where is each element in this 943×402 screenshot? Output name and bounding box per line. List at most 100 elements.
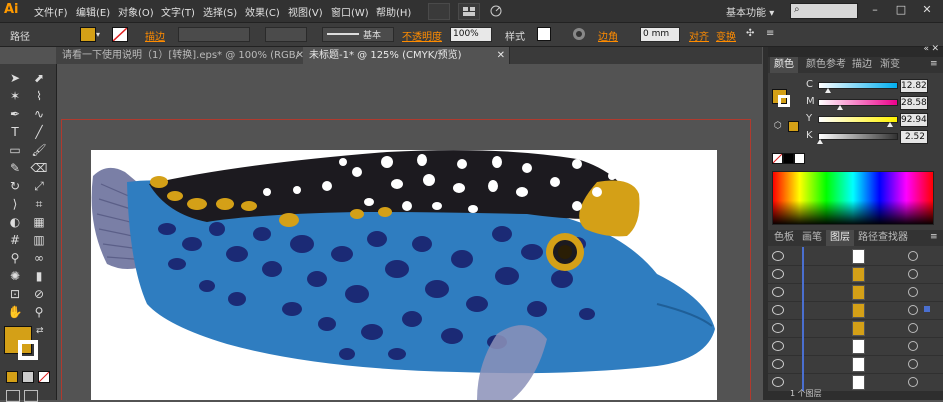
- layer-row[interactable]: [768, 337, 943, 356]
- layer-row[interactable]: [768, 355, 943, 374]
- eye-icon[interactable]: [772, 341, 784, 351]
- mesh-tool-icon[interactable]: #: [6, 232, 24, 248]
- blend-tool-icon[interactable]: ∞: [30, 250, 48, 266]
- eye-icon[interactable]: [772, 251, 784, 261]
- close-icon[interactable]: ✕: [931, 44, 939, 54]
- canvas-area[interactable]: [57, 64, 763, 400]
- maximize-button[interactable]: □: [892, 3, 910, 17]
- tab-swatches[interactable]: 色板: [770, 230, 798, 246]
- target-icon[interactable]: [908, 305, 918, 315]
- tab-pathfinder[interactable]: 路径查找器: [854, 230, 912, 246]
- cmyk-value-y[interactable]: 92.94: [900, 113, 928, 127]
- close-button[interactable]: ✕: [918, 3, 936, 17]
- hand-tool-icon[interactable]: ✋: [6, 304, 24, 320]
- column-graph-tool-icon[interactable]: ▮: [30, 268, 48, 284]
- lasso-tool-icon[interactable]: ⌇: [30, 88, 48, 104]
- tab-document-2[interactable]: 未标题-1* @ 125% (CMYK/预览) ✕: [303, 47, 510, 64]
- cmyk-slider-y[interactable]: [818, 116, 898, 123]
- free-transform-tool-icon[interactable]: ⌗: [30, 196, 48, 212]
- selection-tool-icon[interactable]: ➤: [6, 70, 24, 86]
- stroke-color-swatch[interactable]: [18, 340, 38, 360]
- close-icon[interactable]: ✕: [497, 47, 505, 64]
- rotate-tool-icon[interactable]: ↻: [6, 178, 24, 194]
- eye-icon[interactable]: [772, 287, 784, 297]
- cmyk-slider-m[interactable]: [818, 99, 898, 106]
- scale-tool-icon[interactable]: ⤢: [30, 178, 48, 194]
- menu-edit[interactable]: 编辑(E): [76, 4, 110, 19]
- eye-icon[interactable]: [772, 323, 784, 333]
- menu-file[interactable]: 文件(F): [34, 4, 68, 19]
- none-mode-icon[interactable]: [38, 371, 50, 383]
- pencil-tool-icon[interactable]: ✎: [6, 160, 24, 176]
- slider-thumb[interactable]: [887, 122, 894, 127]
- eye-icon[interactable]: [772, 269, 784, 279]
- cmyk-value-k[interactable]: 2.52: [900, 130, 928, 144]
- recolor-artwork-icon[interactable]: [572, 27, 586, 41]
- gradient-mode-icon[interactable]: [22, 371, 34, 383]
- tab-brushes[interactable]: 画笔: [798, 230, 826, 246]
- menu-help[interactable]: 帮助(H): [376, 4, 411, 19]
- target-icon[interactable]: [908, 269, 918, 279]
- workspace-switcher[interactable]: 基本功能 ▾: [726, 4, 774, 19]
- isolate-icon[interactable]: ✣: [746, 28, 754, 39]
- black-swatch[interactable]: [783, 153, 794, 164]
- eye-icon[interactable]: [772, 305, 784, 315]
- panel-menu-icon[interactable]: ≡: [930, 232, 938, 242]
- target-icon[interactable]: [908, 377, 918, 387]
- minimize-button[interactable]: –: [866, 3, 884, 17]
- curvature-tool-icon[interactable]: ∿: [30, 106, 48, 122]
- panel-menu-icon[interactable]: ≡: [766, 28, 774, 39]
- slider-thumb[interactable]: [816, 139, 823, 144]
- cmyk-value-m[interactable]: 28.58: [900, 96, 928, 110]
- fill-swatch[interactable]: [80, 27, 96, 42]
- magic-wand-tool-icon[interactable]: ✶: [6, 88, 24, 104]
- layer-row[interactable]: [768, 283, 943, 302]
- target-icon[interactable]: [908, 341, 918, 351]
- eye-icon[interactable]: [772, 377, 784, 387]
- stroke-swatch[interactable]: [112, 27, 128, 42]
- symbol-sprayer-tool-icon[interactable]: ✺: [6, 268, 24, 284]
- slider-thumb[interactable]: [837, 105, 844, 110]
- artboard-tool-icon[interactable]: ⊡: [6, 286, 24, 302]
- cmyk-slider-k[interactable]: [818, 133, 898, 140]
- width-tool-icon[interactable]: ⟩: [6, 196, 24, 212]
- layer-row[interactable]: [768, 247, 943, 266]
- tab-gradient[interactable]: 渐变: [876, 57, 904, 73]
- panel-menu-icon[interactable]: ≡: [930, 59, 938, 69]
- corner-radius-input[interactable]: 0 mm: [640, 27, 680, 42]
- type-tool-icon[interactable]: T: [6, 124, 24, 140]
- slice-tool-icon[interactable]: ⊘: [30, 286, 48, 302]
- transform-label[interactable]: 变换: [716, 28, 736, 43]
- tab-layers[interactable]: 图层: [826, 230, 854, 246]
- eyedropper-tool-icon[interactable]: ⚲: [6, 250, 24, 266]
- selection-indicator[interactable]: [924, 306, 930, 312]
- opacity-input[interactable]: 100%: [450, 27, 492, 42]
- draw-behind-icon[interactable]: [24, 390, 38, 402]
- gradient-tool-icon[interactable]: ▥: [30, 232, 48, 248]
- white-swatch[interactable]: [794, 153, 805, 164]
- paintbrush-tool-icon[interactable]: 🖌: [30, 142, 48, 158]
- graphic-style-swatch[interactable]: [537, 27, 551, 41]
- opacity-label[interactable]: 不透明度: [402, 28, 442, 43]
- tab-color[interactable]: 颜色: [770, 57, 798, 73]
- menu-view[interactable]: 视图(V): [288, 4, 323, 19]
- menu-effect[interactable]: 效果(C): [245, 4, 280, 19]
- stroke-weight-field[interactable]: [178, 27, 250, 42]
- swap-colors-icon[interactable]: ⇄: [36, 326, 44, 336]
- stroke-label[interactable]: 描边: [145, 28, 165, 43]
- align-label[interactable]: 对齐: [689, 28, 709, 43]
- tab-color-guide[interactable]: 颜色参考: [802, 57, 850, 73]
- none-swatch[interactable]: [772, 153, 783, 164]
- layer-row[interactable]: [768, 319, 943, 338]
- search-help-input[interactable]: ⌕: [790, 3, 858, 19]
- collapse-icon[interactable]: «: [923, 44, 929, 54]
- target-icon[interactable]: [908, 359, 918, 369]
- tab-document-1[interactable]: 请看一下使用说明（1）[转换].eps* @ 100% (RGB/预览) ✕: [56, 47, 309, 78]
- fish-artwork[interactable]: [57, 64, 763, 400]
- layer-row[interactable]: [768, 265, 943, 284]
- direct-selection-tool-icon[interactable]: ⬈: [30, 70, 48, 86]
- eraser-tool-icon[interactable]: ⌫: [30, 160, 48, 176]
- chevron-down-icon[interactable]: ▾: [96, 30, 100, 39]
- target-icon[interactable]: [908, 287, 918, 297]
- brush-definition[interactable]: 基本: [322, 27, 394, 42]
